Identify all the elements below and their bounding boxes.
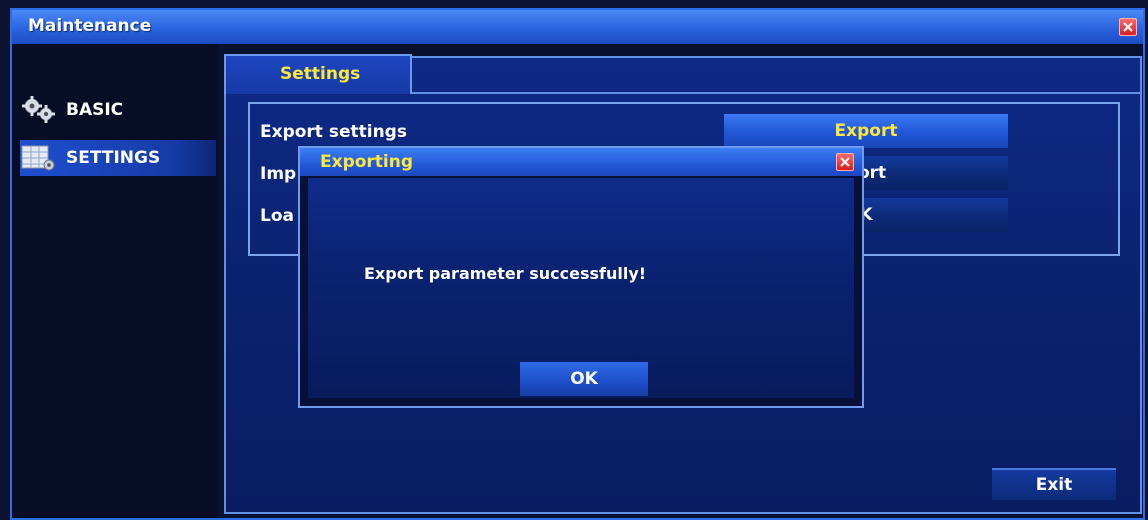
- sidebar-item-label: BASIC: [66, 100, 124, 120]
- close-icon: [840, 157, 850, 167]
- ok-button[interactable]: OK: [520, 362, 648, 396]
- tab-settings[interactable]: Settings: [224, 54, 412, 94]
- maintenance-window: Maintenance BASIC SETTINGS Settings Expo…: [10, 8, 1145, 520]
- load-settings-label: Loa: [260, 206, 294, 226]
- tab-divider: [410, 92, 1142, 94]
- dialog-body: Export parameter successfully! OK: [308, 178, 854, 398]
- window-titlebar[interactable]: Maintenance: [12, 10, 1143, 44]
- exporting-dialog: Exporting Export parameter successfully!…: [298, 146, 864, 408]
- sidebar-item-basic[interactable]: BASIC: [20, 92, 216, 128]
- window-title: Maintenance: [28, 16, 152, 36]
- close-icon: [1123, 22, 1133, 32]
- window-close-button[interactable]: [1119, 18, 1137, 36]
- exit-button[interactable]: Exit: [992, 468, 1116, 500]
- sidebar-item-settings[interactable]: SETTINGS: [20, 140, 216, 176]
- settings-grid-icon: [21, 145, 55, 171]
- dialog-titlebar[interactable]: Exporting: [300, 148, 862, 176]
- export-settings-label: Export settings: [260, 122, 407, 142]
- dialog-message: Export parameter successfully!: [364, 264, 647, 283]
- import-settings-label: Imp: [260, 164, 297, 184]
- sidebar-item-label: SETTINGS: [66, 148, 161, 168]
- export-button[interactable]: Export: [724, 114, 1008, 148]
- dialog-close-button[interactable]: [836, 153, 854, 171]
- dialog-title: Exporting: [320, 152, 414, 172]
- gears-icon: [22, 96, 55, 123]
- sidebar: BASIC SETTINGS: [12, 44, 218, 518]
